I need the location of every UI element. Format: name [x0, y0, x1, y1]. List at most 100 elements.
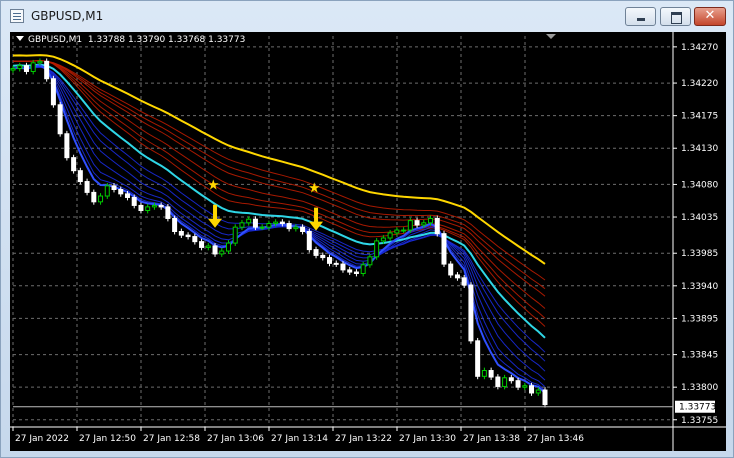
candle-body [293, 226, 299, 230]
candle-body [407, 220, 413, 231]
window-title: GBPUSD,M1 [31, 9, 104, 23]
candle-body [246, 218, 252, 224]
minimize-icon [637, 18, 645, 21]
sell-arrow-icon [208, 204, 223, 228]
time-label: 27 Jan 12:58 [143, 434, 200, 444]
time-label: 27 Jan 13:30 [399, 434, 456, 444]
candle-body [347, 269, 353, 273]
current-price-label: 1.33773 [679, 403, 716, 413]
candle-body [454, 274, 460, 279]
price-label: 1.33940 [681, 282, 718, 292]
candle-body [37, 60, 43, 64]
candle-body [468, 284, 474, 342]
candle-body [57, 104, 63, 135]
candle-body [158, 204, 164, 208]
candle-body [394, 229, 400, 234]
candle-body [502, 377, 508, 387]
candle-body [380, 237, 386, 242]
candle-body [266, 223, 272, 228]
price-label: 1.33985 [681, 249, 718, 259]
candle-body [488, 370, 494, 378]
candle-body [212, 245, 218, 255]
candle-body [353, 271, 359, 274]
price-label: 1.34035 [681, 213, 718, 223]
candle-body [172, 217, 178, 232]
candle-body [286, 223, 292, 230]
candle-body [313, 249, 319, 256]
chart-area[interactable]: ★ ★ 1.34270 1.34220 1.34175 1.34130 1.34080 1.3… [10, 32, 726, 451]
candle-body [64, 133, 70, 159]
ma-lower-band-line [12, 66, 546, 353]
signal-star-icon: ★ [207, 178, 220, 194]
candle-body [225, 242, 231, 252]
candle-body [77, 170, 83, 183]
candle-body [178, 231, 184, 236]
candle-body [131, 196, 137, 206]
title-bar[interactable]: GBPUSD,M1 ✕ [1, 1, 733, 31]
candle-body [30, 62, 36, 72]
ma-lower-band-line [12, 66, 546, 362]
time-label: 27 Jan 13:38 [463, 434, 520, 444]
price-label: 1.33755 [681, 416, 718, 426]
candle-body [273, 221, 279, 225]
candle-body [232, 226, 238, 244]
candle-body [205, 245, 211, 248]
signal-star-icon: ★ [308, 181, 321, 197]
candle-body [279, 221, 285, 225]
candle-body [320, 254, 326, 259]
symbol-ohlc-text: GBPUSD,M1 1.33788 1.33790 1.33768 1.3377… [28, 35, 246, 45]
time-label: 27 Jan 12:50 [79, 434, 136, 444]
candle-body [111, 185, 117, 191]
candle-body [333, 262, 339, 265]
candle-body [165, 206, 171, 219]
candle-body [138, 204, 144, 212]
candle-body [535, 389, 541, 394]
chart-menu-triangle-icon[interactable] [16, 36, 24, 41]
candle-body [17, 65, 23, 70]
candle-body [475, 340, 481, 377]
chart-window-icon [10, 9, 24, 23]
candle-body [23, 65, 29, 72]
candle-body [387, 232, 393, 239]
candle-body [495, 376, 501, 387]
time-label: 27 Jan 13:46 [527, 434, 584, 444]
price-label: 1.34270 [681, 43, 718, 53]
candle-body [239, 222, 245, 228]
candle-body [71, 157, 77, 172]
candle-body [515, 380, 521, 388]
candle-body [98, 195, 104, 203]
price-label: 1.34220 [681, 79, 718, 89]
price-label: 1.34130 [681, 144, 718, 154]
candle-body [219, 250, 225, 255]
candle-body [461, 277, 467, 286]
price-label: 1.33800 [681, 383, 718, 393]
candle-body [481, 370, 487, 377]
close-button[interactable]: ✕ [694, 7, 726, 26]
candle-body [414, 220, 420, 226]
candle-body [50, 78, 56, 106]
time-label: 27 Jan 13:06 [207, 434, 264, 444]
candle-body [367, 256, 373, 266]
candle-body [522, 385, 528, 388]
candle-body [441, 233, 447, 265]
candle-body [91, 191, 97, 203]
symbol-ohlc-label: GBPUSD,M1 1.33788 1.33790 1.33768 1.3377… [16, 35, 245, 45]
candle-body [448, 263, 454, 276]
candle-body [529, 385, 535, 394]
price-chart[interactable]: ★ ★ 1.34270 1.34220 1.34175 1.34130 1.34080 1.3… [10, 32, 726, 451]
price-label: 1.33895 [681, 314, 718, 324]
candle-body [300, 226, 306, 232]
candle-body [374, 240, 380, 258]
candle-body [104, 185, 110, 197]
candle-body [145, 206, 151, 212]
candle-body [199, 241, 205, 248]
minimize-button[interactable] [625, 7, 656, 26]
candle-body [327, 257, 333, 264]
chart-window: GBPUSD,M1 ✕ ★ ★ 1.34270 1.34220 1.34175 1.341… [0, 0, 734, 458]
candle-body [428, 217, 434, 224]
time-label: 27 Jan 2022 [15, 434, 69, 444]
candle-body [124, 193, 130, 198]
candle-body [84, 181, 90, 193]
candle-body [401, 229, 407, 232]
maximize-button[interactable] [660, 7, 691, 26]
